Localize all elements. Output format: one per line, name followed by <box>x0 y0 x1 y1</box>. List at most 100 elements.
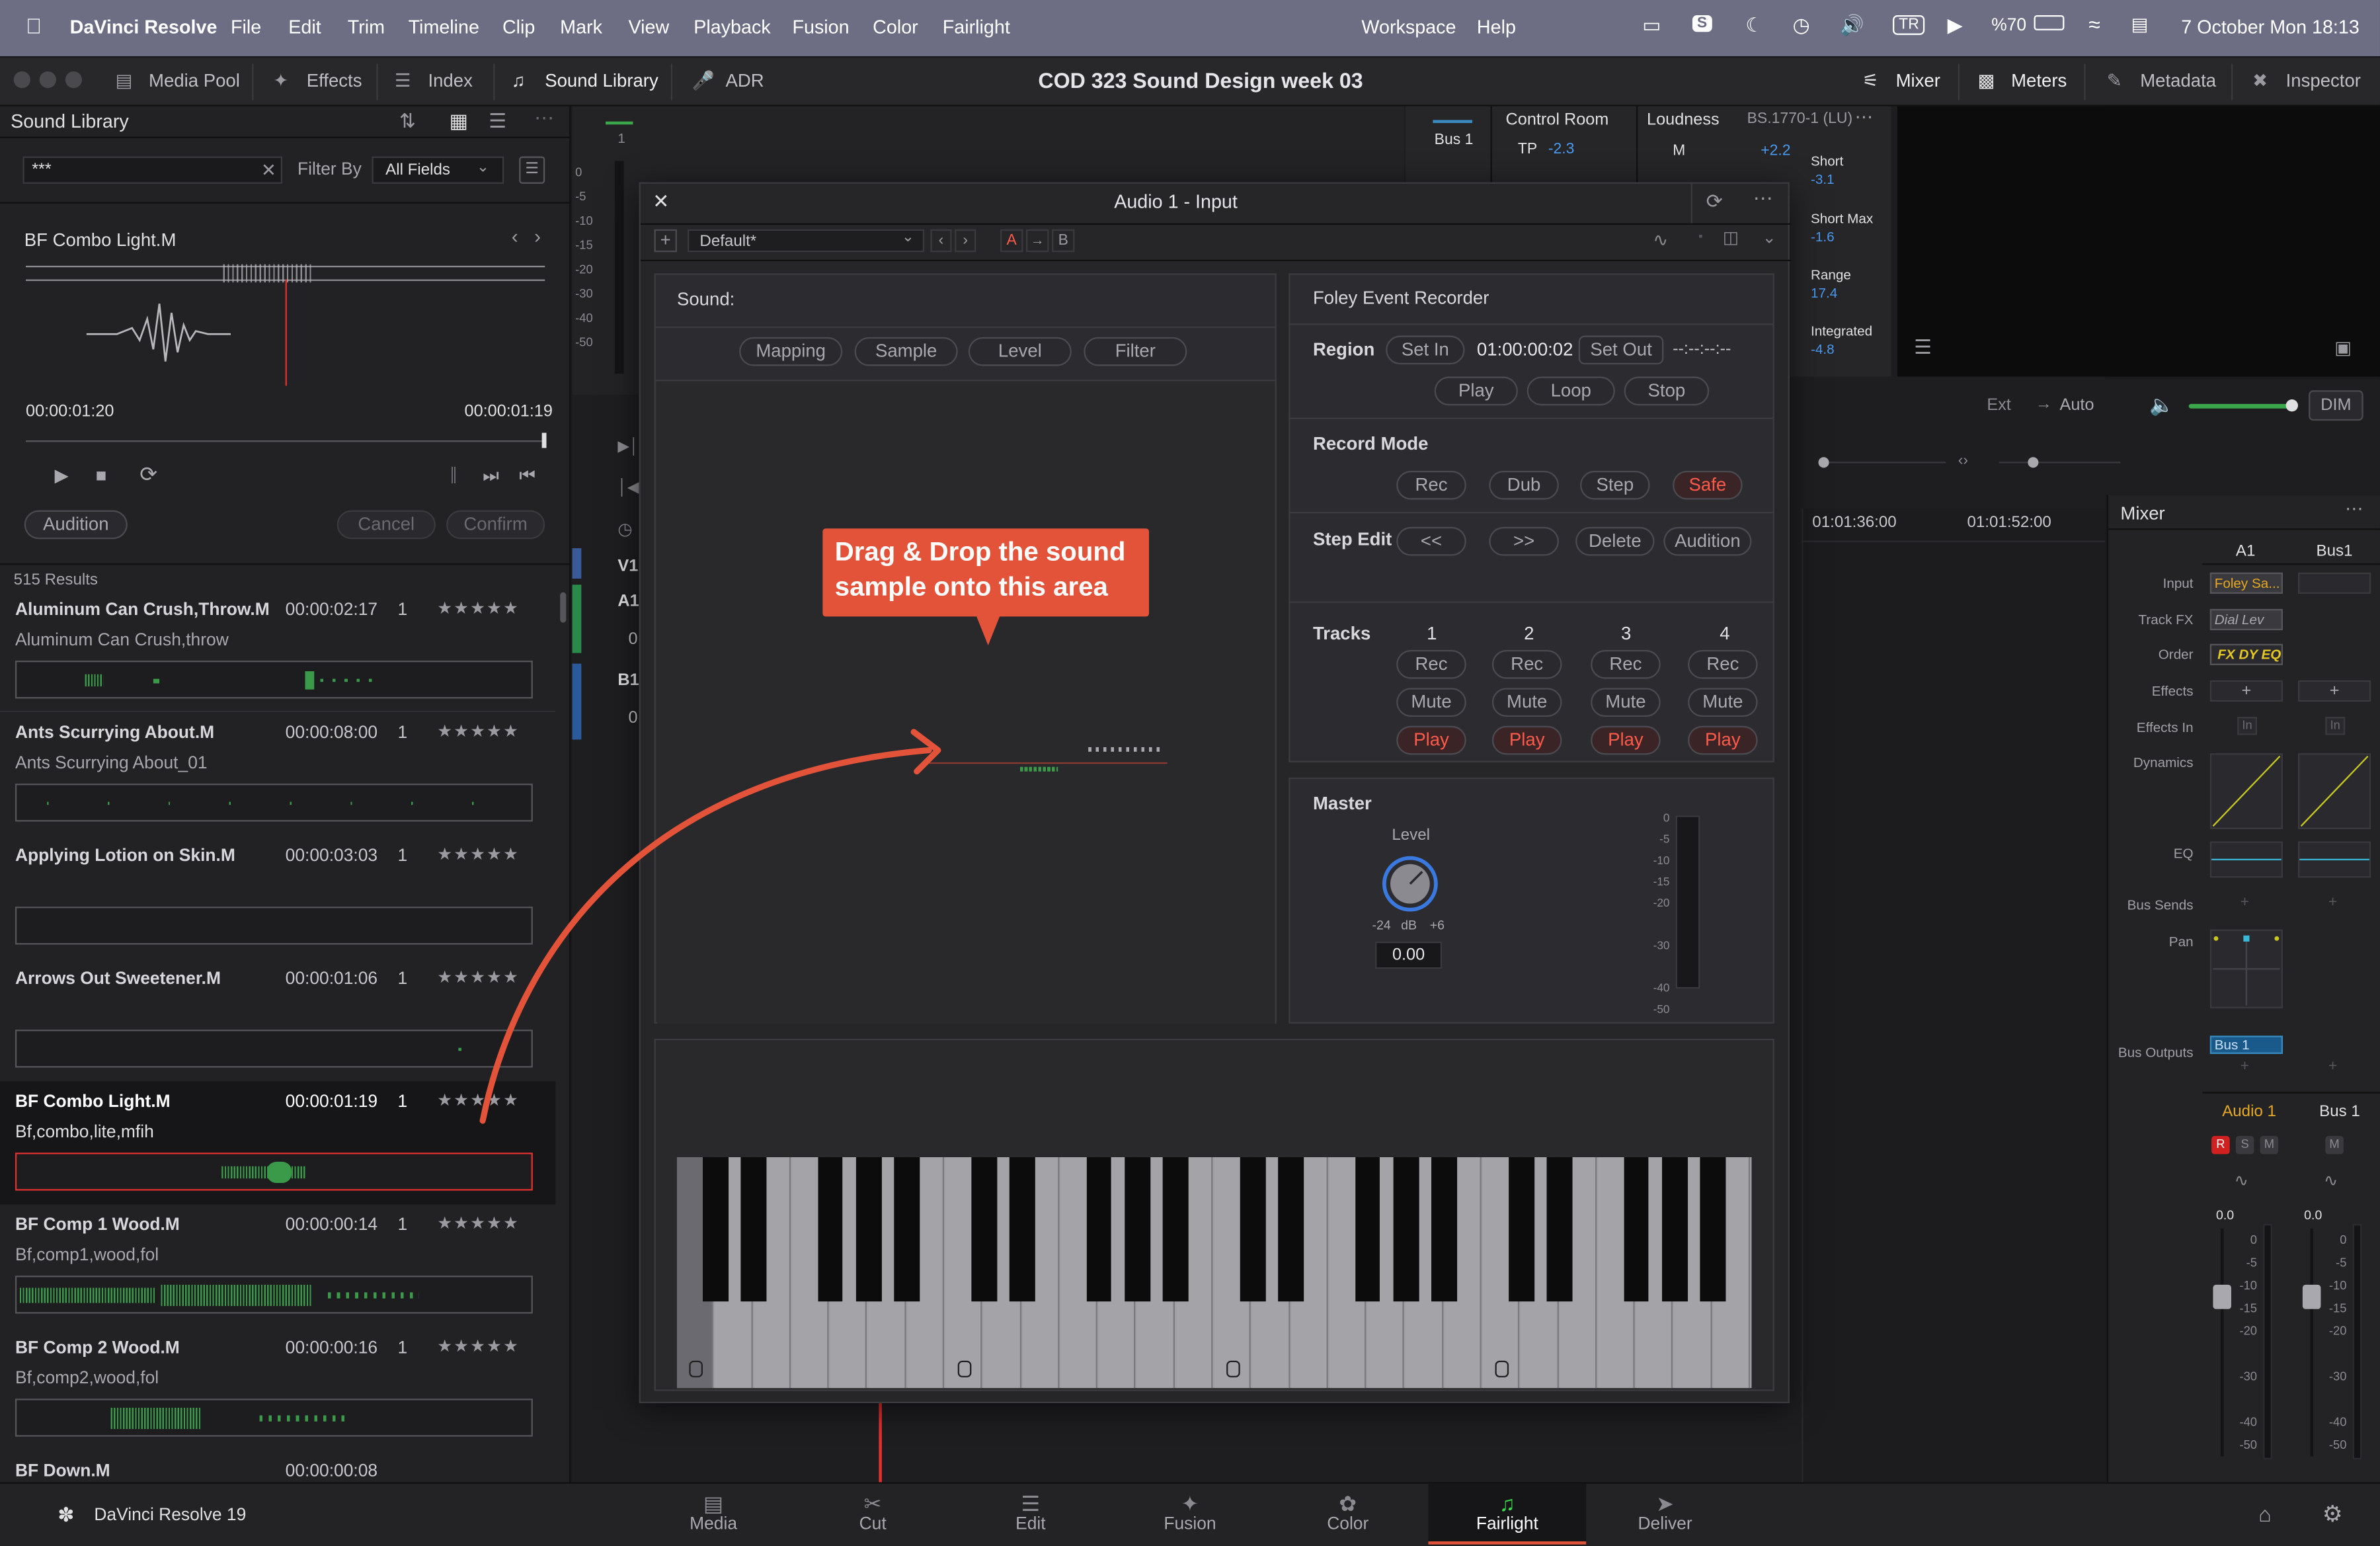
menu-help[interactable]: Help <box>1477 17 1516 38</box>
bus-effects-in-button[interactable]: In <box>2325 716 2346 735</box>
rating-stars[interactable]: ★★★★★ <box>437 1336 520 1356</box>
app-menu[interactable]: DaVinci Resolve <box>70 17 218 38</box>
track3-play-button[interactable]: Play <box>1591 725 1661 755</box>
loop-icon[interactable]: ⟳ <box>139 462 157 487</box>
rating-stars[interactable]: ★★★★★ <box>437 1213 520 1233</box>
piano-black-key[interactable] <box>1547 1157 1573 1302</box>
mixer-more-icon[interactable]: ⋯ <box>2345 498 2363 519</box>
rating-stars[interactable]: ★★★★★ <box>437 598 520 618</box>
adr-button[interactable]: 🎤 ADR <box>692 70 764 91</box>
copy-a-to-b-icon[interactable]: → <box>1026 229 1049 253</box>
filter-select[interactable]: All Fields ⌄ <box>372 156 504 184</box>
metadata-button[interactable]: ✎ Metadata <box>2107 70 2216 91</box>
loudness-more-icon[interactable]: ⋯ <box>1855 106 1874 128</box>
track-b1[interactable]: B1 <box>617 671 639 690</box>
index-button[interactable]: ☰ Index <box>395 70 473 91</box>
results-scrollbar[interactable] <box>560 592 567 623</box>
s-app-icon[interactable]: S <box>1692 15 1712 32</box>
piano-black-key[interactable] <box>1240 1157 1265 1302</box>
dynamics-graph[interactable] <box>2209 753 2283 829</box>
zoom-arrows-icon[interactable]: ‹› <box>1958 452 1968 469</box>
piano-keyboard[interactable] <box>676 1157 1752 1389</box>
page-fusion[interactable]: ✦ Fusion <box>1111 1484 1269 1545</box>
fader-handle[interactable] <box>2213 1284 2231 1309</box>
track1-play-button[interactable]: Play <box>1396 725 1466 755</box>
search-input[interactable]: *** ✕ <box>22 156 283 184</box>
tab-filter[interactable]: Filter <box>1084 337 1187 366</box>
control-center-icon[interactable]: ▤ <box>2131 14 2148 35</box>
filter-options-icon[interactable]: ☰ <box>519 156 545 184</box>
menu-fairlight[interactable]: Fairlight <box>943 17 1010 38</box>
result-item[interactable]: Aluminum Can Crush,Throw.M 00:00:02:17 1… <box>0 589 555 712</box>
record-arm-button[interactable]: R <box>2211 1135 2230 1155</box>
input-select[interactable]: Foley Sa... <box>2209 572 2283 594</box>
window-minimize-button[interactable] <box>39 71 56 89</box>
scrub-bar[interactable] <box>26 440 542 442</box>
loop-button[interactable]: Loop <box>1527 376 1615 406</box>
clock[interactable]: 7 October Mon 18:13 <box>2181 17 2360 38</box>
track-a1[interactable]: A1 <box>617 592 639 611</box>
menu-workspace[interactable]: Workspace <box>1361 17 1456 38</box>
prev-preset-button[interactable]: ‹ <box>930 229 952 253</box>
tab-sample[interactable]: Sample <box>854 337 958 366</box>
piano-black-key[interactable] <box>1355 1157 1381 1302</box>
media-pool-button[interactable]: ▤ Media Pool <box>115 70 239 91</box>
cancel-button[interactable]: Cancel <box>337 510 436 540</box>
list-view-icon[interactable]: ☰ <box>489 109 506 134</box>
mode-step-button[interactable]: Step <box>1580 470 1650 500</box>
screen-icon[interactable]: ▭ <box>1642 14 1661 38</box>
grid-view-icon[interactable]: ▦ <box>450 109 468 134</box>
result-waveform[interactable] <box>15 1276 533 1314</box>
play-button[interactable]: Play <box>1434 376 1518 406</box>
page-color[interactable]: ✿ Color <box>1269 1484 1427 1545</box>
envelope-icon[interactable]: ∿ <box>1653 229 1668 251</box>
tab-level[interactable]: Level <box>968 337 1072 366</box>
play-circle-icon[interactable]: ▶ <box>1948 14 1963 38</box>
track-v1[interactable]: V1 <box>617 557 638 576</box>
playhead[interactable] <box>285 279 287 386</box>
track1-mute-button[interactable]: Mute <box>1396 688 1466 717</box>
menu-timeline[interactable]: Timeline <box>409 17 479 38</box>
piano-black-key[interactable] <box>971 1157 997 1302</box>
add-effect-button[interactable]: + <box>2209 680 2283 702</box>
window-zoom-button[interactable] <box>65 71 82 89</box>
reset-icon[interactable]: ⟳ <box>1706 190 1723 214</box>
clock-small-icon[interactable]: ◷ <box>617 519 632 540</box>
piano-black-key[interactable] <box>1431 1157 1458 1302</box>
sort-icon[interactable]: ⇅ <box>399 109 416 134</box>
effects-button[interactable]: ✦ Effects <box>273 70 362 91</box>
stop-icon[interactable]: ■ <box>96 465 107 486</box>
mode-dub-button[interactable]: Dub <box>1489 470 1559 500</box>
clock-icon[interactable]: ◷ <box>1792 14 1809 38</box>
bus-automation-icon[interactable]: ∿ <box>2324 1171 2338 1191</box>
prev-icon[interactable]: ‹ <box>512 225 518 247</box>
page-edit[interactable]: ☰ Edit <box>952 1484 1110 1545</box>
track-fx-select[interactable]: Dial Lev <box>2209 608 2283 631</box>
menu-color[interactable]: Color <box>873 17 918 38</box>
set-in-button[interactable]: Set In <box>1386 335 1465 365</box>
track3-mute-button[interactable]: Mute <box>1591 688 1661 717</box>
auto-label[interactable]: Auto <box>2060 396 2094 415</box>
volume-slider-handle[interactable] <box>2285 399 2298 412</box>
meters-button[interactable]: ▩ Meters <box>1978 70 2067 91</box>
piano-black-key[interactable] <box>1125 1157 1150 1302</box>
more-options-icon[interactable]: ⋯ <box>534 106 554 131</box>
mode-rec-button[interactable]: Rec <box>1396 470 1466 500</box>
menu-trim[interactable]: Trim <box>348 17 385 38</box>
piano-black-key[interactable] <box>818 1157 844 1302</box>
keyboard-icon[interactable]: ◫ <box>1723 227 1739 248</box>
delete-button[interactable]: Delete <box>1575 526 1655 556</box>
piano-black-key[interactable] <box>1393 1157 1419 1302</box>
solo-button[interactable]: S <box>2235 1135 2254 1155</box>
home-icon[interactable]: ⌂ <box>2258 1502 2271 1526</box>
track2-play-button[interactable]: Play <box>1491 725 1562 755</box>
next-icon[interactable]: › <box>534 225 541 247</box>
add-preset-button[interactable]: + <box>654 229 677 253</box>
zoom-slider-handle-2[interactable] <box>2028 457 2039 468</box>
gear-icon[interactable]: ⚙ <box>2322 1500 2343 1527</box>
loudness-standard[interactable]: BS.1770-1 (LU) <box>1747 111 1853 128</box>
jump-start-icon[interactable]: ⏮ <box>519 465 536 487</box>
battery-icon[interactable] <box>2034 15 2065 30</box>
order-select[interactable]: FX DY EQ <box>2209 643 2283 665</box>
track4-play-button[interactable]: Play <box>1688 725 1758 755</box>
